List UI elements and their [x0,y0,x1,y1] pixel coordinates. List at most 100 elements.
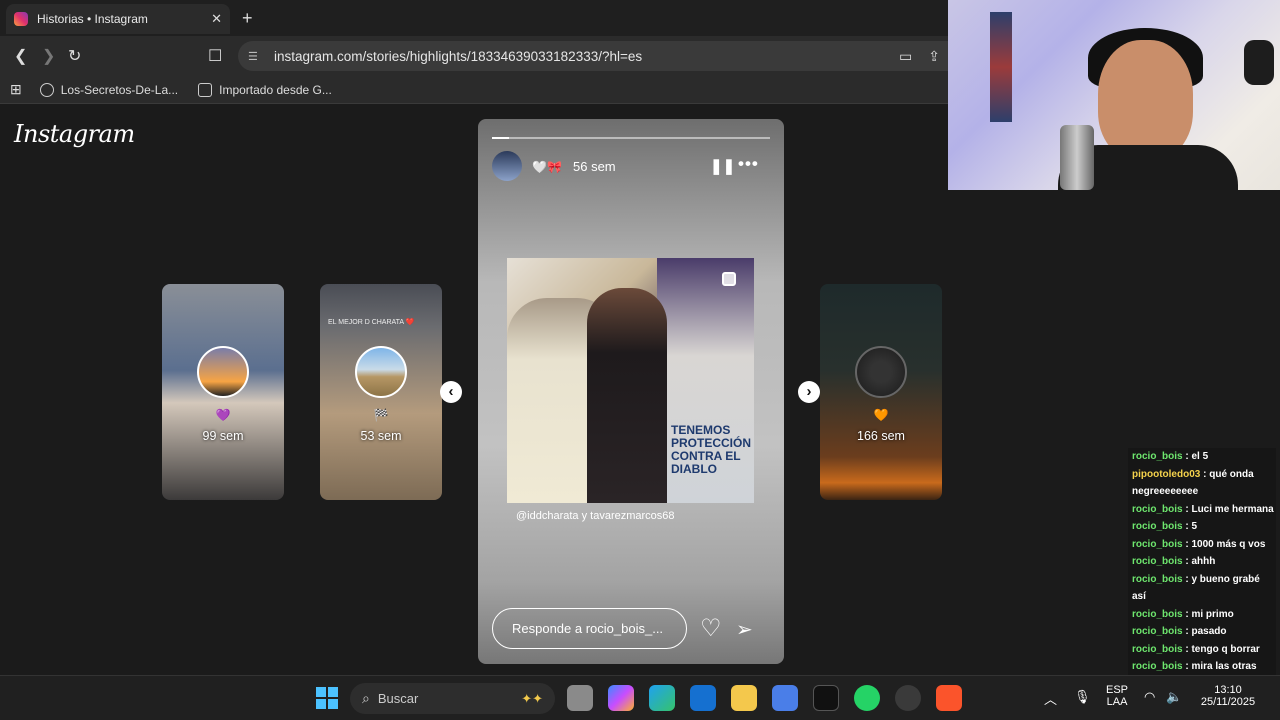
chat-message: pipootoledo03 : qué onda negreeeeeeee [1132,466,1276,501]
wifi-icon[interactable]: ◠ [1144,689,1155,705]
file-explorer-icon[interactable] [731,685,757,711]
chat-username: rocio_bois [1132,538,1183,550]
chat-text: : ahhh [1182,556,1216,567]
story-viewer[interactable]: 🤍🎀 56 sem ❚❚ ••• TENEMOS PROTECCIÓN CONT… [478,119,784,664]
story-thumbnail-3[interactable]: 🧡 166 sem [820,284,942,500]
story-timestamp: 56 sem [573,159,616,174]
globe-icon [39,82,54,97]
bookmark-icon[interactable]: ☐ [208,46,222,66]
bookmark-secretos[interactable]: Los-Secretos-De-La... [39,82,179,97]
story-mention[interactable]: @iddcharata y tavarezmarcos68 [516,510,675,522]
chat-message: rocio_bois : 1000 más q vos [1132,536,1276,554]
instagram-logo[interactable]: Instagram [14,120,135,148]
search-icon: ⌕ [362,690,370,706]
reply-input[interactable]: Responde a rocio_bois_... [492,608,687,649]
address-bar[interactable]: ☰ instagram.com/stories/highlights/18334… [238,41,948,71]
brave-icon[interactable] [936,685,962,711]
thumbnail-emoji: 💜 [215,408,231,422]
story-thumbnail-1[interactable]: 💜 99 sem [162,284,284,500]
clock-date: 25/11/2025 [1200,696,1256,708]
bookmark-label: Importado desde G... [219,82,332,97]
chat-text: : mi primo [1182,608,1234,620]
chat-text: : Luci me hermana [1182,503,1274,515]
chat-text: : el 5 [1182,451,1209,462]
bookmark-label: Los-Secretos-De-La... [60,82,179,97]
clock-time: 13:10 [1214,684,1242,696]
avatar [197,346,249,398]
chat-message: rocio_bois : tengo q borrar [1132,641,1276,659]
chat-username: pipootoledo03 [1132,468,1201,480]
chat-text: : tengo q borrar [1182,643,1260,655]
thumbnail-age: 99 sem [202,429,244,443]
thumbnail-age: 166 sem [857,429,905,443]
obs-icon[interactable] [895,685,921,711]
chat-text: : 1000 más q vos [1182,538,1266,550]
chat-text: : pasado [1182,626,1227,637]
chat-message: rocio_bois : el 5 [1132,448,1276,466]
instagram-favicon-icon [14,12,28,26]
chat-text: : 5 [1182,521,1198,532]
browser-toolbar: ❮ ❯ ↻ ☐ ☰ instagram.com/stories/highligh… [0,36,948,76]
new-tab-icon[interactable]: + [242,8,253,29]
streamer-face [1098,40,1193,160]
chat-username: rocio_bois [1132,573,1183,585]
site-settings-icon[interactable]: ☰ [248,50,266,63]
tab-instagram[interactable]: Historias • Instagram ✕ [6,4,230,34]
outlook-icon[interactable] [690,685,716,711]
story-author-avatar[interactable] [492,151,522,181]
clock[interactable]: 13:10 25/11/2025 [1196,684,1260,708]
chat-username: rocio_bois [1132,556,1183,567]
forward-icon[interactable]: ❯ [42,46,55,66]
story-thumbnail-2[interactable]: EL MEJOR D CHARATA ❤️ 🏁 53 sem [320,284,442,500]
photo-figure-center [587,288,667,503]
story-image-caption: TENEMOS PROTECCIÓN CONTRA EL DIABLO [671,423,752,476]
previous-story-button[interactable]: ‹ [440,381,462,403]
microphone-icon[interactable]: 🎙 [1074,689,1091,705]
bookmarks-bar: ⊞ Los-Secretos-De-La... Importado desde … [0,76,948,104]
close-tab-icon[interactable]: ✕ [211,11,222,27]
language-indicator[interactable]: ESP LAA [1106,684,1128,708]
avatar [355,346,407,398]
search-label: Buscar [377,691,419,706]
epic-games-icon[interactable] [813,685,839,711]
apps-grid-icon[interactable]: ⊞ [10,81,22,98]
share-icon[interactable]: ⇪ [928,48,940,65]
chat-message: rocio_bois : Luci me hermana [1132,501,1276,519]
url-text: instagram.com/stories/highlights/1833463… [274,48,643,64]
back-icon[interactable]: ❮ [14,46,27,66]
lang-top: ESP [1106,684,1129,696]
webcam-overlay [948,0,1280,190]
copilot-icon[interactable] [608,685,634,711]
chat-message: rocio_bois : 5 [1132,518,1276,536]
chat-message: rocio_bois : ahhh [1132,553,1276,571]
stream-chat: rocio_bois : el 5 pipootoledo03 : qué ond… [1128,448,1276,690]
whatsapp-icon[interactable] [854,685,880,711]
lang-bottom: LAA [1106,696,1128,708]
chat-message: rocio_bois : y bueno grabé así [1132,571,1276,606]
taskbar-search[interactable]: ⌕ Buscar ✦✦ [350,683,555,714]
task-view-icon[interactable] [567,685,593,711]
store-icon[interactable] [772,685,798,711]
volume-icon[interactable]: 🔈 [1166,689,1182,705]
like-heart-icon[interactable]: ♡ [700,614,722,643]
folder-icon [198,82,213,97]
backpack [1244,40,1274,85]
thumbnail-emoji: 🏁 [373,408,389,422]
next-story-button[interactable]: › [798,381,820,403]
bookmark-folder-importado[interactable]: Importado desde G... [198,82,332,97]
chat-username: rocio_bois [1132,451,1183,462]
send-icon[interactable]: ➢ [736,617,753,642]
chevron-up-icon[interactable]: ︿ [1044,689,1057,708]
chat-username: rocio_bois [1132,643,1183,655]
edge-icon[interactable] [649,685,675,711]
reload-icon[interactable]: ↻ [68,46,81,66]
windows-start-icon[interactable] [316,687,338,709]
chat-username: rocio_bois [1132,503,1183,515]
more-options-icon[interactable]: ••• [738,154,759,174]
story-progress-bar [492,137,770,139]
tab-title: Historias • Instagram [37,12,148,26]
pause-icon[interactable]: ❚❚ [710,157,735,175]
cast-icon[interactable]: ▭ [899,48,912,65]
wall-poster [990,12,1012,122]
chat-message: rocio_bois : mi primo [1132,606,1276,624]
